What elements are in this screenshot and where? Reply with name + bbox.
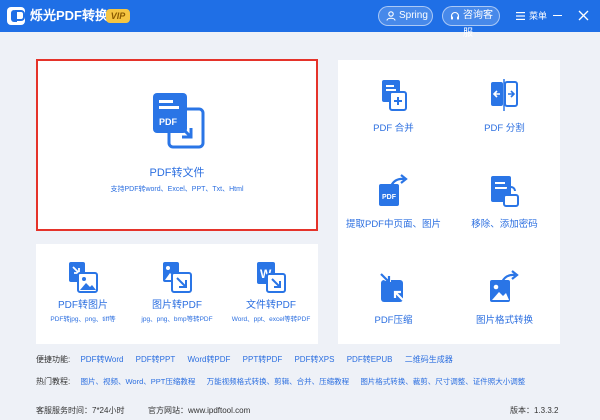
tool-label: PDF 分割: [484, 123, 525, 134]
pdf-convert-icon: PDF: [153, 93, 205, 149]
tutorial-link[interactable]: 图片格式转换、裁剪、尺寸调整、证件照大小调整: [360, 377, 525, 386]
user-account-button[interactable]: Spring: [378, 6, 433, 26]
tool-subtitle: jpg、png、bmp等转PDF: [141, 316, 213, 323]
app-logo-icon: [7, 7, 25, 25]
tool-pdf-compress[interactable]: PDF压缩: [338, 252, 449, 346]
tool-file-to-pdf[interactable]: W 文件转PDF Word、ppt、excel等转PDF: [224, 244, 318, 344]
pdf-extract-icon: PDF: [379, 174, 408, 206]
menu-icon[interactable]: [516, 11, 525, 21]
version-text: 版本：1.3.3.2: [510, 406, 559, 415]
pdf-icon-text: PDF: [382, 194, 397, 201]
tool-label: 移除、添加密码: [471, 219, 538, 230]
tutorial-link[interactable]: 万能视频格式转换、剪辑、合并、压缩教程: [207, 377, 350, 386]
close-icon[interactable]: [578, 10, 589, 21]
tool-image-format[interactable]: 图片格式转换: [449, 252, 560, 346]
tool-pdf-password[interactable]: 移除、添加密码: [449, 156, 560, 250]
pdf-to-image-icon: [69, 262, 98, 293]
tool-label: PDF 合并: [373, 123, 414, 134]
quick-link-ppt-to-pdf[interactable]: PPT转PDF: [243, 355, 283, 364]
tool-label: 提取PDF中页面、图片: [345, 219, 441, 230]
tool-label: 文件转PDF: [246, 300, 296, 311]
tool-label: 图片格式转换: [475, 315, 533, 326]
tool-image-to-pdf[interactable]: 图片转PDF jpg、png、bmp等转PDF: [130, 244, 224, 344]
tool-pdf-merge[interactable]: PDF 合并: [338, 60, 449, 154]
user-name: Spring: [399, 10, 428, 21]
menu-button[interactable]: 菜单: [529, 10, 547, 22]
tool-pdf-split[interactable]: PDF 分割: [449, 60, 560, 154]
quick-link-pdf-to-epub[interactable]: PDF转EPUB: [347, 355, 393, 364]
title-bar: 烁光PDF转换器 VIP Spring 咨询客服 菜单: [0, 0, 600, 39]
service-label: 咨询客服: [463, 10, 493, 39]
headset-icon: [450, 11, 460, 20]
image-to-pdf-icon: [163, 262, 192, 293]
pdf-split-icon: [491, 79, 518, 111]
quick-link-pdf-to-ppt[interactable]: PDF转PPT: [136, 355, 176, 364]
tools-grid: PDF 合并 PDF 分割 PDF 提取PDF中页面、图片 移除、添加密码 PD…: [338, 60, 560, 344]
website-link[interactable]: 官方网站：www.ipdftool.com: [148, 404, 250, 418]
image-format-icon: [490, 270, 519, 302]
quick-link-qr-generator[interactable]: 二维码生成器: [405, 355, 453, 364]
quick-link-word-to-pdf[interactable]: Word转PDF: [187, 355, 230, 364]
tutorials-row: 热门教程: 图片、视频、Word、PPT压缩教程 万能视频格式转换、剪辑、合并、…: [36, 375, 534, 389]
tool-label: PDF压缩: [374, 315, 413, 326]
pdf-convert-subtitle: 支持PDF转word、Excel、PPT、Txt、Html: [110, 186, 244, 193]
tool-subtitle: PDF转jpg、png、tiff等: [50, 316, 116, 323]
quick-links-label: 便捷功能:: [36, 355, 71, 364]
customer-service-button[interactable]: 咨询客服: [442, 6, 500, 39]
vip-badge[interactable]: VIP: [106, 9, 130, 23]
service-hours: 客服服务时间：7*24小时: [36, 406, 125, 415]
pdf-compress-icon: [380, 273, 404, 302]
tool-label: PDF转图片: [58, 300, 108, 311]
tool-pdf-extract[interactable]: PDF 提取PDF中页面、图片: [338, 156, 449, 250]
quick-link-pdf-to-xps[interactable]: PDF转XPS: [294, 355, 334, 364]
tutorial-link[interactable]: 图片、视频、Word、PPT压缩教程: [80, 377, 195, 386]
pdf-icon-text: PDF: [159, 117, 178, 127]
quick-links-row: 便捷功能: PDF转Word PDF转PPT Word转PDF PPT转PDF …: [36, 353, 463, 367]
pdf-convert-title: PDF转文件: [149, 167, 205, 179]
tutorials-label: 热门教程:: [36, 377, 71, 386]
tool-subtitle: Word、ppt、excel等转PDF: [231, 316, 311, 323]
pdf-convert-card[interactable]: PDF PDF转文件 支持PDF转word、Excel、PPT、Txt、Html: [36, 59, 318, 231]
pdf-password-icon: [491, 176, 519, 207]
minimize-icon[interactable]: [553, 15, 562, 16]
file-to-pdf-icon: W: [257, 262, 286, 293]
quick-link-pdf-to-word[interactable]: PDF转Word: [80, 355, 123, 364]
status-footer: 客服服务时间：7*24小时 官方网站：www.ipdftool.com 版本：1…: [0, 402, 600, 420]
image-convert-panel: PDF转图片 PDF转jpg、png、tiff等 图片转PDF jpg、png、…: [36, 244, 318, 344]
pdf-merge-icon: [382, 80, 407, 111]
tool-pdf-to-image[interactable]: PDF转图片 PDF转jpg、png、tiff等: [36, 244, 130, 344]
user-icon: [386, 11, 396, 21]
tool-label: 图片转PDF: [152, 300, 202, 311]
